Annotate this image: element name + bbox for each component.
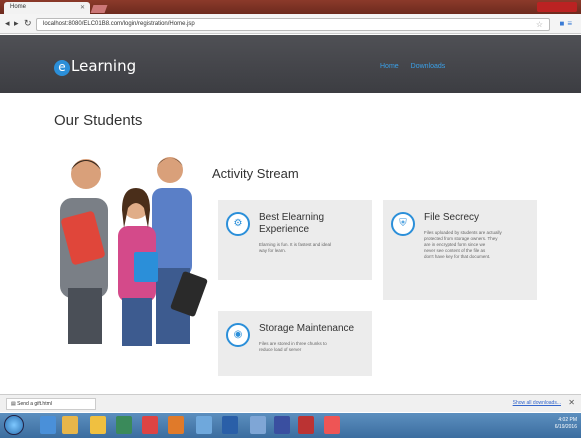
extension-icons[interactable]: ■≡ [560,19,576,28]
bookmark-star-icon[interactable]: ☆ [536,20,543,29]
firefox-taskbar-icon[interactable] [168,416,184,434]
eye-icon: ◉ [226,323,250,347]
close-download-bar-icon[interactable]: ✕ [568,398,575,407]
app5-taskbar-icon[interactable] [298,416,314,434]
browser-tab[interactable]: Home ✕ [4,2,90,14]
windows-taskbar: 4:02 PM 6/19/2016 [0,413,581,438]
app-taskbar-icon[interactable] [116,416,132,434]
app2-taskbar-icon[interactable] [196,416,212,434]
address-bar[interactable]: localhost:8080/ELC01B8.com/login/registr… [36,18,550,31]
word-taskbar-icon[interactable] [222,416,238,434]
student-figure-right [152,157,208,344]
card-title: File Secrecy [424,212,480,223]
students-heading: Our Students [54,112,143,129]
students-photo [60,157,208,346]
app6-taskbar-icon[interactable] [324,416,340,434]
reload-icon[interactable]: ↻ [24,18,32,29]
ie-taskbar-icon[interactable] [40,416,56,434]
nav-downloads-link[interactable]: Downloads [411,63,446,70]
explorer-taskbar-icon[interactable] [90,416,106,434]
download-bar: ▤ Send a gift.html Show all downloads...… [0,394,581,412]
card-desc: Elarning is fun. It is fastest and ideal… [259,242,332,253]
card-file-secrecy: ⛨ File Secrecy Files uploaded by student… [383,200,537,300]
card-desc: Files uploaded by students are actually … [424,230,502,259]
card-best-elearning: ⚙ Best Elearning Experience Elarning is … [218,200,372,280]
card-desc: Files are stored in three chunks to redu… [259,341,327,352]
nav-home-link[interactable]: Home [380,63,399,70]
url-text: localhost:8080/ELC01B8.com/login/registr… [43,21,195,27]
logo-e-icon: e [54,60,70,76]
card-storage-maintenance: ◉ Storage Maintenance Files are stored i… [218,311,372,376]
site-logo[interactable]: e Learning [54,57,136,76]
browser-titlebar: Home ✕ [0,0,581,14]
folder-taskbar-icon[interactable] [62,416,78,434]
forward-arrow-icon[interactable]: ▸ [14,18,19,29]
card-title: Storage Maintenance [259,323,355,334]
shield-icon: ⛨ [391,212,415,236]
activity-heading: Activity Stream [212,166,299,181]
app4-taskbar-icon[interactable] [274,416,290,434]
window-controls[interactable] [537,2,577,12]
chrome-taskbar-icon[interactable] [142,416,158,434]
system-tray-clock[interactable]: 4:02 PM 6/19/2016 [555,417,577,431]
show-all-downloads-link[interactable]: Show all downloads... [513,400,561,406]
gears-icon: ⚙ [226,212,250,236]
site-nav: Home Downloads [380,63,455,70]
tab-title: Home [10,4,27,10]
download-item[interactable]: ▤ Send a gift.html [6,398,96,410]
start-button[interactable] [4,415,24,435]
app3-taskbar-icon[interactable] [250,416,266,434]
card-title: Best Elearning Experience [259,212,325,235]
tab-close-icon[interactable]: ✕ [80,4,85,11]
student-figure-left [60,159,108,344]
browser-toolbar: ◂ ▸ ↻ localhost:8080/ELC01B8.com/login/r… [0,14,581,34]
logo-text: Learning [71,57,137,75]
new-tab-button[interactable] [90,5,108,13]
back-arrow-icon[interactable]: ◂ [5,18,10,29]
